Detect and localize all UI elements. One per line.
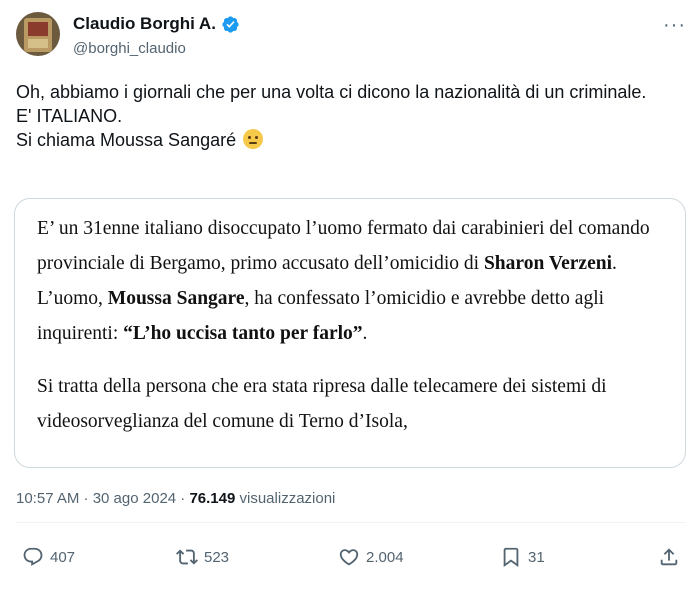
quoted-bold-name-victim: Sharon Verzeni xyxy=(483,253,612,274)
quoted-paragraph-2: Si tratta della persona che era stata ri… xyxy=(37,376,607,432)
views-count[interactable]: 76.149 xyxy=(189,490,235,507)
like-button[interactable]: 2.004 xyxy=(338,546,404,568)
bookmark-count: 31 xyxy=(528,548,545,566)
reply-button[interactable]: 407 xyxy=(22,546,75,568)
heart-icon xyxy=(339,549,359,566)
reply-count: 407 xyxy=(50,548,76,566)
more-options-icon[interactable]: ··· xyxy=(663,14,686,37)
quoted-bold-quote: “L’ho uccisa tanto per farlo” xyxy=(123,323,363,344)
verified-badge-icon xyxy=(222,15,239,33)
tweet-header: Claudio Borghi A. @borghi_claudio ··· xyxy=(16,12,686,62)
quoted-bold-name-suspect: Moussa Sangare xyxy=(107,288,245,309)
quoted-paragraph-1: E’ un 31enne italiano disoccupato l’uomo… xyxy=(37,211,677,351)
tweet-metadata: 10:57 AM · 30 ago 2024 · 76.149 visualiz… xyxy=(16,490,335,507)
tweet-text: Oh, abbiamo i giornali che per una volta… xyxy=(16,80,676,152)
bookmark-button[interactable]: 31 xyxy=(500,546,545,568)
quoted-text-segment: . xyxy=(362,323,368,344)
face-with-rolling-eyes-icon xyxy=(243,129,264,149)
action-bar: 407 523 2.004 31 xyxy=(16,546,686,576)
repost-button[interactable]: 523 xyxy=(176,546,229,568)
views-label: visualizzazioni xyxy=(235,490,336,507)
author-name-row: Claudio Borghi A. xyxy=(73,14,240,34)
share-button[interactable] xyxy=(658,546,686,568)
share-icon xyxy=(660,548,678,566)
quoted-article-text: E’ un 31enne italiano disoccupato l’uomo… xyxy=(37,211,677,457)
quoted-article-card[interactable]: E’ un 31enne italiano disoccupato l’uomo… xyxy=(14,198,686,468)
author-display-name[interactable]: Claudio Borghi A. xyxy=(73,14,216,34)
divider xyxy=(16,522,686,523)
tweet-timestamp[interactable]: 10:57 AM · 30 ago 2024 · xyxy=(16,490,189,507)
repost-count: 523 xyxy=(204,548,230,566)
reply-icon xyxy=(23,547,43,566)
bookmark-icon xyxy=(503,547,519,568)
like-count: 2.004 xyxy=(366,548,404,566)
author-handle[interactable]: @borghi_claudio xyxy=(73,40,186,57)
repost-icon xyxy=(176,549,198,565)
tweet-text-content: Oh, abbiamo i giornali che per una volta… xyxy=(16,82,647,150)
avatar[interactable] xyxy=(16,12,60,56)
